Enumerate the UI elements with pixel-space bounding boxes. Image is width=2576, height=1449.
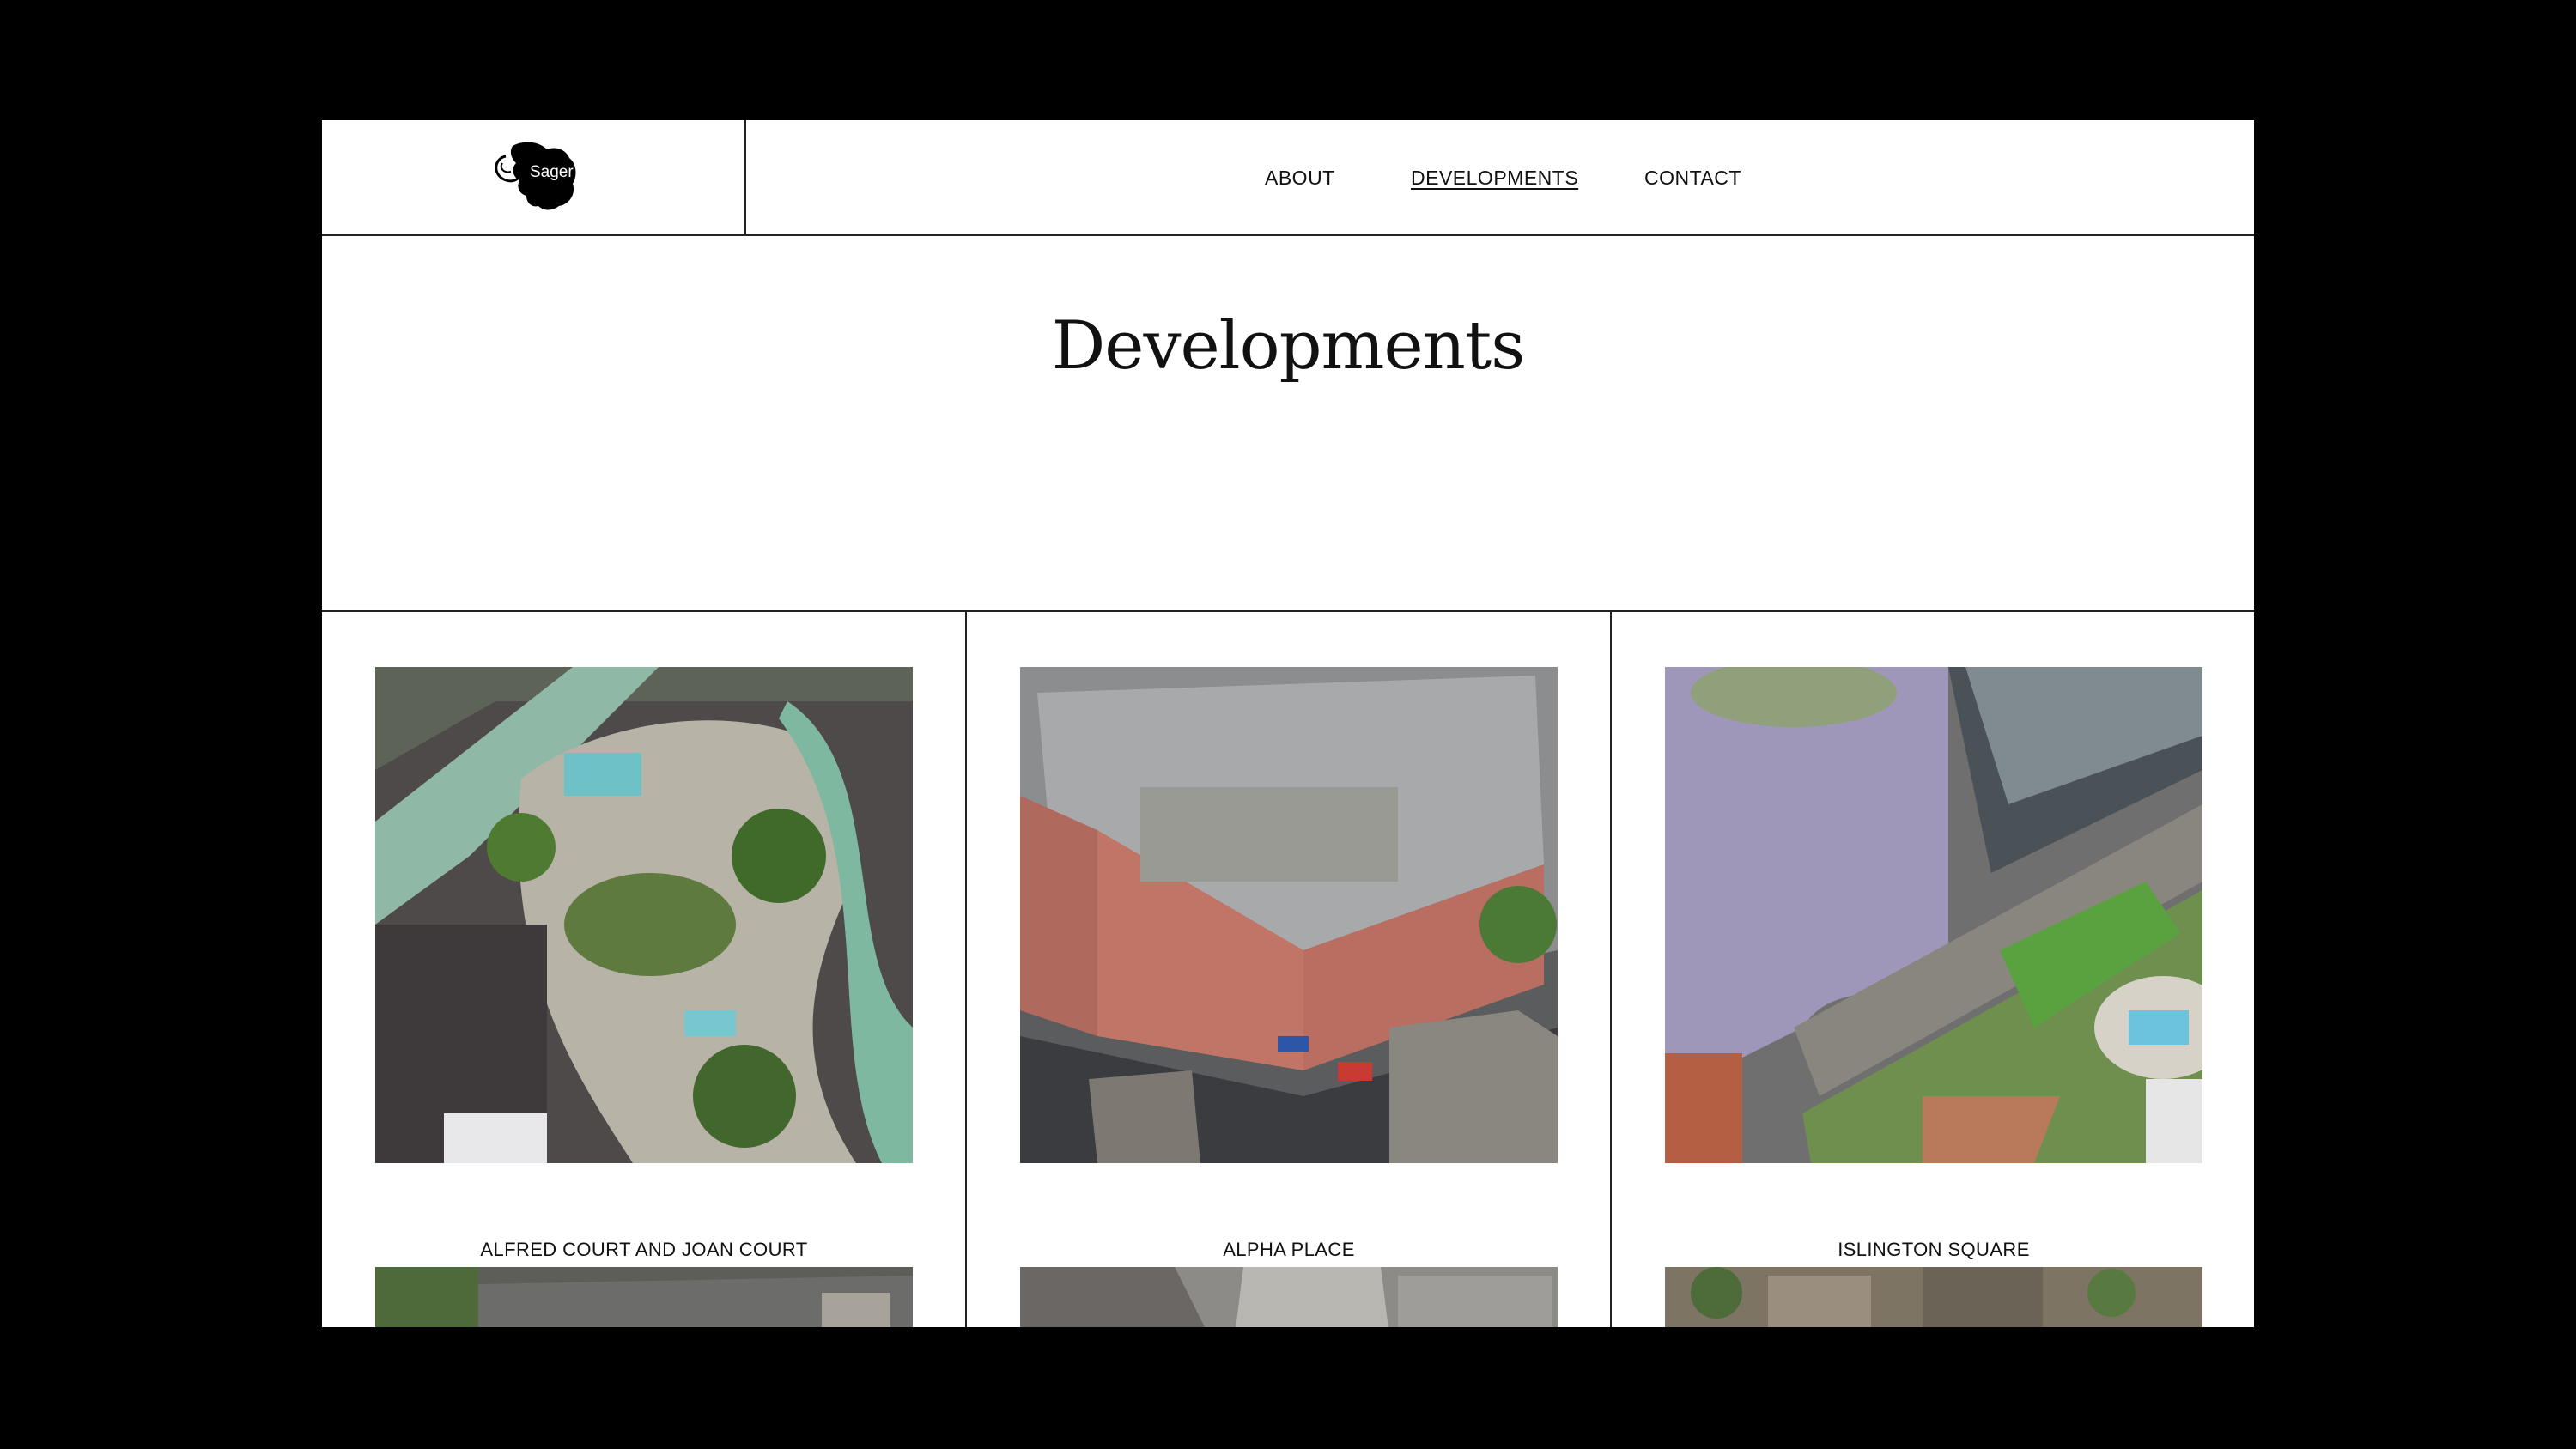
development-photo[interactable] <box>1020 667 1558 1163</box>
development-photo[interactable] <box>375 667 913 1163</box>
development-card-alpha-place[interactable]: ALPHA PLACE <box>967 614 1611 1327</box>
development-card-alfred-court[interactable]: ALFRED COURT AND JOAN COURT <box>322 614 966 1327</box>
page-title: Developments <box>1051 307 1526 385</box>
development-card-islington-square[interactable]: ISLINGTON SQUARE <box>1612 614 2254 1327</box>
development-photo-partial[interactable] <box>1665 1267 2202 1327</box>
logo-wordmark: Sager <box>530 163 574 181</box>
development-name[interactable]: ALPHA PLACE <box>967 1239 1611 1261</box>
development-name[interactable]: ALFRED COURT AND JOAN COURT <box>322 1239 966 1261</box>
title-band <box>322 236 2254 612</box>
nav-about[interactable]: ABOUT <box>1265 167 1335 190</box>
site-header: Sager ABOUT DEVELOPMENTS CONTACT <box>322 120 2254 236</box>
page-frame: Sager ABOUT DEVELOPMENTS CONTACT Develop… <box>322 120 2254 1327</box>
development-photo-partial[interactable] <box>375 1267 913 1327</box>
development-photo[interactable] <box>1665 667 2202 1163</box>
sager-logo[interactable]: Sager <box>487 137 581 215</box>
logo-cell: Sager <box>322 120 746 236</box>
nav-developments[interactable]: DEVELOPMENTS <box>1411 167 1578 190</box>
nav-contact[interactable]: CONTACT <box>1644 167 1741 190</box>
development-photo-partial[interactable] <box>1020 1267 1558 1327</box>
development-name[interactable]: ISLINGTON SQUARE <box>1612 1239 2254 1261</box>
